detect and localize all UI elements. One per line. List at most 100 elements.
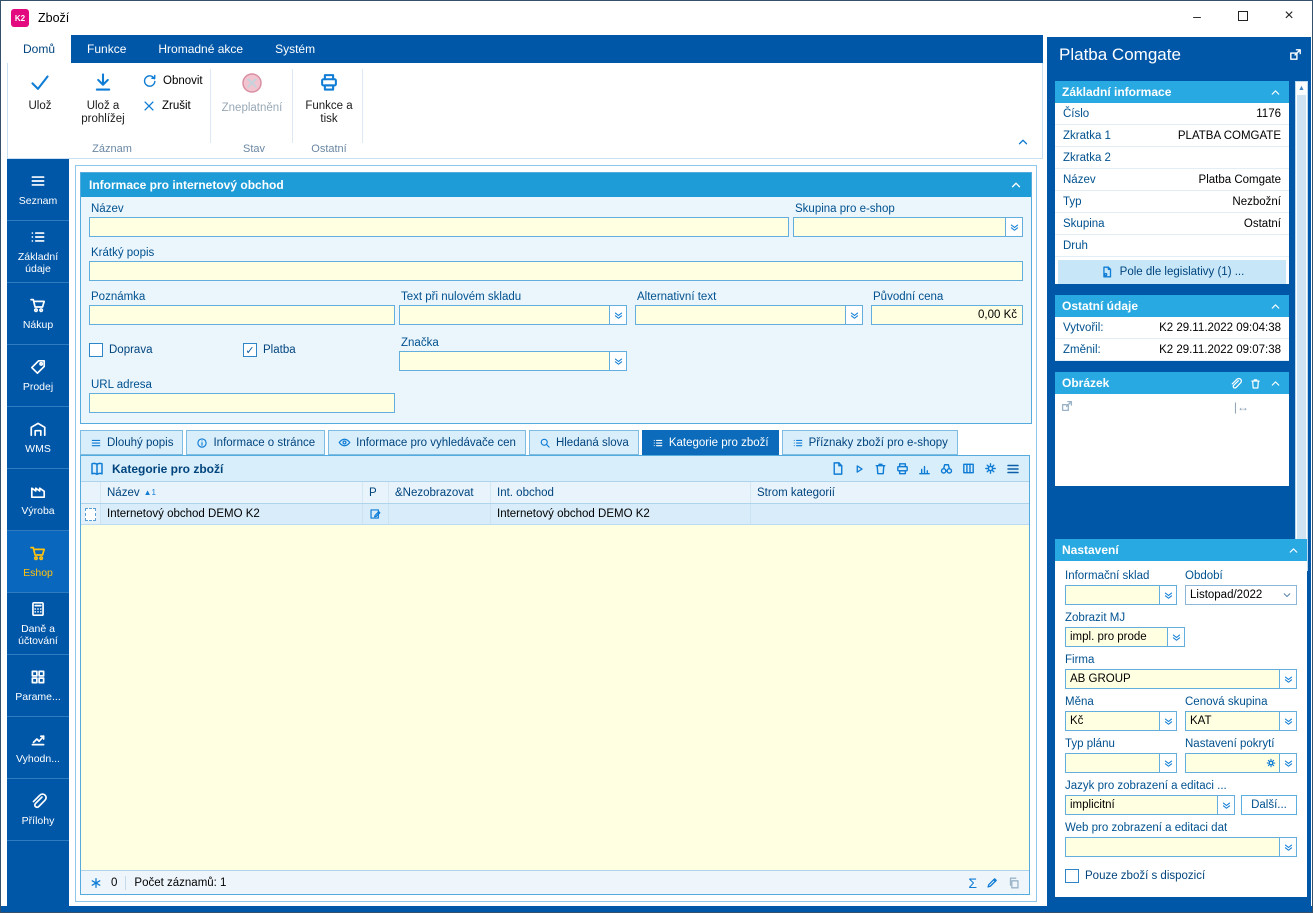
delete-image-icon[interactable] xyxy=(1249,377,1262,390)
image-resize-icon[interactable]: |↔ xyxy=(1234,400,1249,414)
scroll-up-arrow[interactable]: ▲ xyxy=(1296,82,1307,94)
print-button[interactable] xyxy=(895,461,910,476)
detail-scrollbar[interactable]: ▲ ▼ xyxy=(1295,81,1308,571)
detail-row[interactable]: Zkratka 2 xyxy=(1055,147,1289,169)
kratky-popis-input[interactable] xyxy=(89,261,1023,281)
collapse-chevron-icon[interactable] xyxy=(1269,86,1282,99)
doprava-checkbox[interactable]: Doprava xyxy=(89,343,152,357)
obdobi-select[interactable]: Listopad/2022 xyxy=(1185,585,1297,605)
ribbon-tab-funkce[interactable]: Funkce xyxy=(71,35,142,63)
detail-row[interactable]: Typ Nezbožní xyxy=(1055,191,1289,213)
sidebar-item-vyroba[interactable]: Výroba xyxy=(7,469,69,531)
detail-row[interactable]: Skupina Ostatní xyxy=(1055,213,1289,235)
detail-row[interactable]: Zkratka 1 PLATBA COMGATE xyxy=(1055,125,1289,147)
ribbon-tab-system[interactable]: Systém xyxy=(259,35,331,63)
gear-icon[interactable] xyxy=(1265,754,1279,772)
dropdown-chevron-icon[interactable] xyxy=(1159,586,1176,604)
settings-button[interactable] xyxy=(983,461,998,476)
dropdown-chevron-icon[interactable] xyxy=(1167,628,1184,646)
sidebar-item-vyhodnoceni[interactable]: Vyhodn... xyxy=(7,717,69,779)
poznamka-input[interactable] xyxy=(89,305,395,325)
columns-button[interactable] xyxy=(961,461,976,476)
dropdown-chevron-icon[interactable] xyxy=(1005,218,1022,236)
dropdown-chevron-icon[interactable] xyxy=(1159,712,1176,730)
edit-pencil-icon[interactable] xyxy=(985,876,999,890)
dropdown-chevron-icon[interactable] xyxy=(1279,754,1296,772)
dropdown-chevron-icon[interactable] xyxy=(1279,670,1296,688)
nastaveni-pokryti-control[interactable] xyxy=(1185,753,1297,773)
chart-button[interactable] xyxy=(917,461,932,476)
sidebar-item-nakup[interactable]: Nákup xyxy=(7,283,69,345)
sidebar-item-zakladni-udaje[interactable]: Základní údaje xyxy=(7,221,69,283)
dalsi-button[interactable]: Další... xyxy=(1241,795,1297,815)
dropdown-chevron-icon[interactable] xyxy=(845,306,862,324)
copy-icon[interactable] xyxy=(1007,876,1021,890)
minimize-button[interactable]: – xyxy=(1174,1,1220,31)
new-record-button[interactable] xyxy=(830,461,845,476)
informacni-sklad-dropdown[interactable] xyxy=(1065,585,1177,605)
filter-asterisk-icon[interactable] xyxy=(89,876,103,890)
mena-dropdown[interactable]: Kč xyxy=(1065,711,1177,731)
ribbon-collapse-button[interactable] xyxy=(1016,135,1030,152)
popout-button[interactable] xyxy=(1288,47,1303,65)
tab-informace-pro-vyhledavace-cen[interactable]: Informace pro vyhledávače cen xyxy=(328,430,526,455)
grid-header-nazev[interactable]: Název ▲ 1 xyxy=(101,482,363,503)
web-dropdown[interactable] xyxy=(1065,837,1297,857)
image-popout-icon[interactable] xyxy=(1060,399,1074,413)
search-button[interactable] xyxy=(939,461,954,476)
skupina-eshop-dropdown[interactable] xyxy=(793,217,1023,237)
dropdown-chevron-icon[interactable] xyxy=(609,306,626,324)
tab-kategorie-pro-zbozi[interactable]: Kategorie pro zboží xyxy=(641,430,779,455)
jazyk-dropdown[interactable]: implicitní xyxy=(1065,795,1235,815)
close-button[interactable]: × xyxy=(1266,1,1312,31)
sidebar-item-prilohy[interactable]: Přílohy xyxy=(7,779,69,841)
cenova-skupina-dropdown[interactable]: KAT xyxy=(1185,711,1297,731)
dropdown-chevron-icon[interactable] xyxy=(609,352,626,370)
grid-header-nezobrazovat[interactable]: &Nezobrazovat xyxy=(389,482,491,503)
scrollbar-thumb[interactable] xyxy=(1297,95,1306,557)
grid-header-p[interactable]: P xyxy=(363,482,389,503)
invalidate-button[interactable]: Zneplatnění xyxy=(216,63,288,115)
sidebar-item-seznam[interactable]: Seznam xyxy=(7,159,69,221)
url-adresa-input[interactable] xyxy=(89,393,395,413)
ribbon-tab-domu[interactable]: Domů xyxy=(7,35,72,63)
collapse-chevron-icon[interactable] xyxy=(1287,544,1300,557)
sidebar-item-wms[interactable]: WMS xyxy=(7,407,69,469)
puvodni-cena-input[interactable] xyxy=(871,305,1023,325)
nazev-input[interactable] xyxy=(89,217,789,237)
grid-menu-button[interactable] xyxy=(1005,461,1021,477)
tab-dlouhy-popis[interactable]: Dlouhý popis xyxy=(80,430,184,455)
dropdown-chevron-icon[interactable] xyxy=(1279,712,1296,730)
znacka-dropdown[interactable] xyxy=(399,351,627,371)
dropdown-chevron-icon[interactable] xyxy=(1159,754,1176,772)
alternativni-text-dropdown[interactable] xyxy=(635,305,863,325)
cancel-button[interactable]: Zrušit xyxy=(142,99,191,113)
sidebar-item-parametry[interactable]: Parame... xyxy=(7,655,69,717)
functions-print-button[interactable]: Funkce a tisk xyxy=(298,63,360,126)
detail-row[interactable]: Název Platba Comgate xyxy=(1055,169,1289,191)
tab-hledana-slova[interactable]: Hledaná slova xyxy=(528,430,639,455)
pouze-zbozi-checkbox[interactable]: Pouze zboží s dispozicí xyxy=(1065,869,1297,883)
detail-row[interactable]: Druh xyxy=(1055,235,1289,257)
text-nulovy-dropdown[interactable] xyxy=(399,305,627,325)
delete-button[interactable] xyxy=(873,461,888,476)
zobrazit-mj-dropdown[interactable]: impl. pro prode xyxy=(1065,627,1185,647)
sidebar-item-prodej[interactable]: Prodej xyxy=(7,345,69,407)
collapse-chevron-icon[interactable] xyxy=(1269,300,1282,313)
dropdown-chevron-icon[interactable] xyxy=(1279,838,1296,856)
sidebar-item-eshop[interactable]: Eshop xyxy=(7,531,69,593)
pole-dle-legislativy-button[interactable]: Pole dle legislativy (1) ... xyxy=(1058,260,1286,284)
collapse-chevron-icon[interactable] xyxy=(1009,178,1023,192)
table-row[interactable]: Internetový obchod DEMO K2 Internetový o… xyxy=(81,504,1029,525)
save-and-view-button[interactable]: Ulož a prohlížej xyxy=(68,63,138,126)
grid-header-strom-kategorii[interactable]: Strom kategorií xyxy=(751,482,1029,503)
attach-image-icon[interactable] xyxy=(1229,377,1242,390)
run-button[interactable] xyxy=(852,462,866,476)
cell-p[interactable] xyxy=(363,504,389,524)
platba-checkbox[interactable]: ✓ Platba xyxy=(243,343,296,357)
firma-dropdown[interactable]: AB GROUP xyxy=(1065,669,1297,689)
tab-informace-o-strance[interactable]: Informace o stránce xyxy=(186,430,326,455)
dropdown-chevron-icon[interactable] xyxy=(1217,796,1234,814)
tab-priznaky-zbozi-pro-eshopy[interactable]: Příznaky zboží pro e-shopy xyxy=(781,430,958,455)
image-preview-area[interactable]: |↔ xyxy=(1055,394,1289,486)
